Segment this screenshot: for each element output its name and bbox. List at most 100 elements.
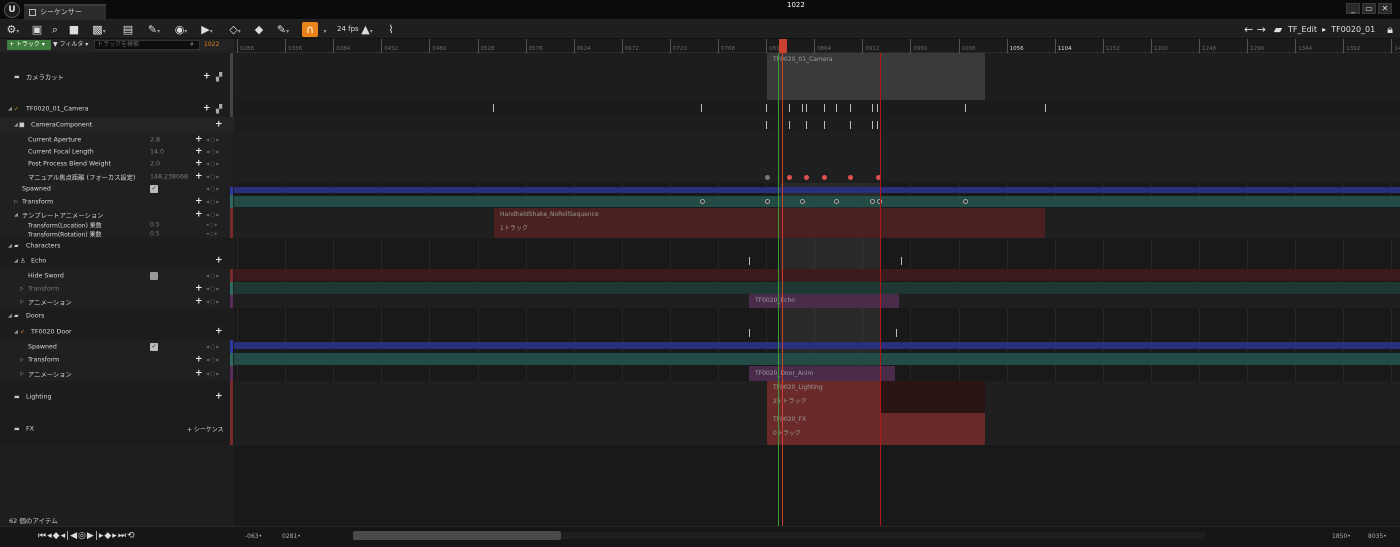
keyframe-dot[interactable] xyxy=(822,175,827,180)
collapse-icon[interactable]: ◢ xyxy=(14,122,18,128)
play-reverse-icon[interactable]: ◀ xyxy=(70,531,78,541)
to-end-icon[interactable]: ⏭ xyxy=(118,531,127,541)
add-icon[interactable]: + xyxy=(195,135,203,144)
playhead-handle[interactable] xyxy=(779,39,787,53)
track-row-doors-folder[interactable]: ◢ ▰ Doors xyxy=(0,308,234,323)
track-row-rotation-multiplier[interactable]: Transform(Rotation) 乗数 0.5 ◂○▸ xyxy=(0,229,234,238)
breadcrumb-current[interactable]: TF0020_01 xyxy=(1331,25,1375,34)
add-icon[interactable]: + xyxy=(195,284,203,293)
key-nav-icon[interactable]: ◂○▸ xyxy=(206,231,218,237)
current-frame-display[interactable]: 1022 xyxy=(204,40,219,50)
expand-icon[interactable]: ▷ xyxy=(20,357,24,363)
track-row-fx[interactable]: ▬ FX + シーケンス xyxy=(0,413,234,445)
key-nav-icon[interactable]: ◂○▸ xyxy=(206,222,218,228)
key-nav-icon[interactable]: ◂○▸ xyxy=(206,356,220,363)
maximize-button[interactable]: ▭ xyxy=(1362,3,1376,14)
door-animation-section[interactable]: TF0020_Door_Anim xyxy=(749,366,895,381)
next-key-icon[interactable]: ◆▸ xyxy=(104,531,117,541)
add-icon[interactable]: + xyxy=(215,327,223,336)
collapse-icon[interactable]: ◢ xyxy=(14,258,18,264)
echo-animation-section[interactable]: TF0020_Echo xyxy=(749,294,899,308)
add-icon[interactable]: + xyxy=(195,147,203,157)
spawned-checkbox[interactable]: ✓ xyxy=(150,342,158,351)
time-ruler[interactable]: 0288 0336 0384 0432 0480 0528 0576 0624 0672 0720… xyxy=(234,39,1400,53)
track-value[interactable]: 2.0 xyxy=(150,161,160,168)
keyframe[interactable] xyxy=(824,104,825,112)
keyframe[interactable] xyxy=(824,121,825,129)
playback-start-marker[interactable] xyxy=(778,53,779,526)
back-frame-icon[interactable]: ◂| xyxy=(61,531,71,541)
key-nav-icon[interactable]: ◂○▸ xyxy=(206,173,220,180)
add-sequence-button[interactable]: + シーケンス xyxy=(187,425,224,434)
keyframe-dot[interactable] xyxy=(787,175,792,180)
keyframe[interactable] xyxy=(836,104,837,112)
expand-icon[interactable]: ▷ xyxy=(20,371,24,377)
keyframe[interactable] xyxy=(896,329,897,337)
add-icon[interactable]: + xyxy=(195,369,203,378)
play-icon[interactable]: ▶ xyxy=(87,531,95,541)
keyframe[interactable] xyxy=(749,329,750,337)
track-row-echo-animation[interactable]: ▷ アニメーション + ◂○▸ xyxy=(0,295,234,308)
track-value[interactable]: 14.0 xyxy=(150,149,164,156)
track-value[interactable]: 0.5 xyxy=(150,230,160,237)
handheld-shake-section[interactable]: HandheldShake_NoRollSequence 1トラック xyxy=(494,208,1045,238)
track-row-transform[interactable]: ▷ Transform + ◂○▸ xyxy=(0,195,234,208)
view-end[interactable]: 1850• xyxy=(1332,533,1351,540)
loop-icon[interactable]: ⟲ xyxy=(127,531,136,541)
track-row-echo[interactable]: ◢ ♙ Echo + xyxy=(0,253,234,269)
expand-icon[interactable]: ▷ xyxy=(14,199,18,205)
collapse-icon[interactable]: ◢ xyxy=(14,212,18,218)
back-forward-icon[interactable]: ← → xyxy=(1243,22,1267,37)
track-row-hide-sword[interactable]: Hide Sword ✓ ◂○▸ xyxy=(0,269,234,282)
camera-cut-section[interactable]: TF0020_01_Camera xyxy=(767,53,985,100)
track-row-characters-folder[interactable]: ◢ ▰ Characters xyxy=(0,238,234,253)
track-row-lighting[interactable]: ▬ Lighting + xyxy=(0,381,234,413)
keyframe[interactable] xyxy=(806,121,807,129)
prev-key-icon[interactable]: ◂◆ xyxy=(47,531,60,541)
key-nav-icon[interactable]: ◂○▸ xyxy=(206,136,220,143)
add-track-button[interactable]: + トラック ▾ xyxy=(7,40,51,50)
camera-icon[interactable]: ■ xyxy=(66,22,82,37)
add-icon[interactable]: + xyxy=(215,120,223,130)
record-icon[interactable]: ◎ xyxy=(78,531,87,541)
keyframe[interactable] xyxy=(802,104,803,112)
add-icon[interactable]: + xyxy=(195,210,203,219)
warning-icon[interactable]: ▲▾ xyxy=(358,22,376,37)
add-icon[interactable]: + xyxy=(203,104,211,113)
collapse-icon[interactable]: ◢ xyxy=(14,329,18,335)
keyframe[interactable] xyxy=(850,104,851,112)
settings-icon[interactable]: ⚙▾ xyxy=(6,22,20,37)
keyframe[interactable] xyxy=(1045,104,1046,112)
keyframe-dot[interactable] xyxy=(765,175,770,180)
keyframe-dot[interactable] xyxy=(834,199,839,204)
keyframe[interactable] xyxy=(877,104,878,112)
camera-lock-icon[interactable]: ▞ xyxy=(216,72,222,81)
collapse-icon[interactable]: ◢ xyxy=(8,243,12,249)
scrollbar-thumb[interactable] xyxy=(230,53,233,117)
track-row-focal-length[interactable]: Current Focal Length 14.0 + ◂○▸ xyxy=(0,146,234,158)
folder-icon[interactable]: ▰ xyxy=(1272,22,1284,37)
key-nav-icon[interactable]: ◂○▸ xyxy=(206,272,220,279)
add-icon[interactable]: + xyxy=(203,72,211,81)
keyframe-dot[interactable] xyxy=(765,199,770,204)
add-icon[interactable]: + xyxy=(195,197,203,206)
playback-end-marker[interactable] xyxy=(880,53,881,526)
track-row-camera-component[interactable]: ◢ ■ CameraComponent + xyxy=(0,117,234,133)
track-row-template-animation[interactable]: ◢ テンプレートアニメーション + ◂○▸ xyxy=(0,208,234,221)
key-nav-icon[interactable]: ◂○▸ xyxy=(206,149,220,156)
key-nav-icon[interactable]: ◂○▸ xyxy=(206,198,220,205)
add-icon[interactable]: + xyxy=(215,392,223,402)
playhead[interactable] xyxy=(782,53,783,526)
breadcrumb-root[interactable]: TF_Edit xyxy=(1288,25,1317,34)
track-row-door-spawned[interactable]: Spawned ✓ ◂○▸ xyxy=(0,340,234,353)
save-icon[interactable]: ▣ xyxy=(30,22,44,37)
view-start[interactable]: -063• xyxy=(245,533,262,540)
track-search-input[interactable]: トラックを検索 xyxy=(94,40,200,50)
track-row-camera-cut[interactable]: ▬ カメラカット + ▞ xyxy=(0,53,234,100)
search-icon[interactable]: ⌕ xyxy=(48,22,62,37)
track-row-aperture[interactable]: Current Aperture 2.8 + ◂○▸ xyxy=(0,133,234,146)
add-icon[interactable]: + xyxy=(195,159,203,169)
key-nav-icon[interactable]: ◂○▸ xyxy=(206,186,220,193)
keyframe[interactable] xyxy=(789,104,790,112)
snap-magnet-icon[interactable]: ∩ xyxy=(302,22,318,37)
